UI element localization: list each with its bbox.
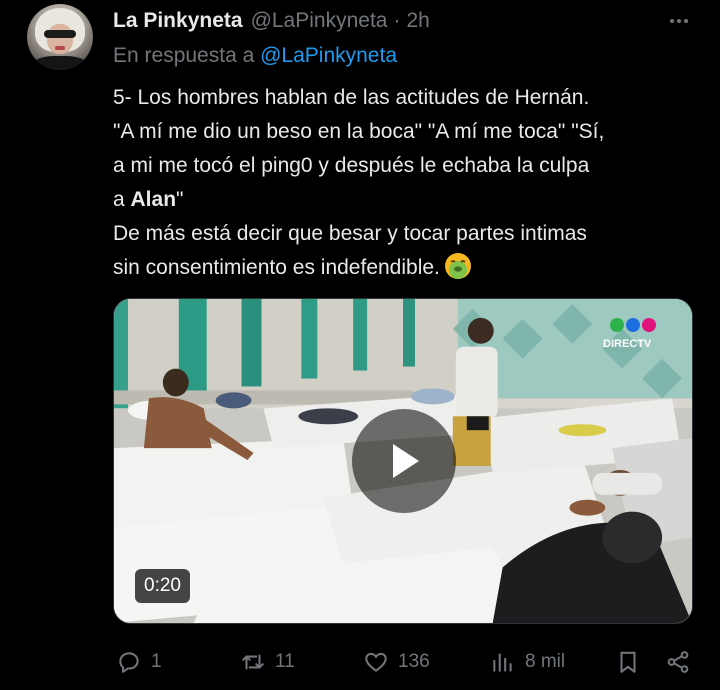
tweet-text-line: a Alan": [113, 188, 184, 211]
video-player[interactable]: DIRECTV 0:20: [113, 298, 693, 624]
share-icon: [667, 651, 689, 673]
share-button[interactable]: [665, 640, 691, 684]
tweet-text: 5- Los hombres hablan de las actitudes d…: [113, 81, 703, 285]
views-icon: [493, 653, 512, 672]
bookmark-icon: [620, 651, 636, 673]
tweet-text-line: a mi me tocó el ping0 y después le echab…: [113, 154, 590, 177]
tweet-text-line: De más está decir que besar y tocar part…: [113, 222, 587, 245]
play-icon: [393, 444, 419, 478]
play-button[interactable]: [352, 409, 456, 513]
directv-logo: DIRECTV: [603, 318, 656, 350]
logo-dot: [626, 318, 640, 332]
like-button[interactable]: 136: [363, 640, 430, 684]
views-count: 8 mil: [525, 651, 566, 672]
tweet-time[interactable]: 2h: [406, 9, 429, 33]
tweet-actions: 1 11 136 8 mil: [0, 640, 720, 684]
author-handle[interactable]: @LaPinkyneta: [251, 9, 388, 33]
reply-prefix: En respuesta a: [113, 44, 261, 67]
separator-dot: ·: [393, 9, 401, 32]
retweet-button[interactable]: 11: [240, 640, 295, 684]
logo-dot: [642, 318, 656, 332]
nauseated-face-emoji: [444, 252, 472, 280]
retweet-icon: [242, 654, 264, 670]
reply-mention-link[interactable]: @LaPinkyneta: [260, 44, 397, 67]
tweet-header: La Pinkyneta @LaPinkyneta · 2h: [113, 6, 430, 36]
reply-button[interactable]: 1: [116, 640, 162, 684]
logo-text: DIRECTV: [603, 338, 652, 350]
tweet-text-line: sin consentimiento es indefendible.: [113, 251, 703, 285]
reply-icon: [119, 652, 139, 673]
tweet-text-line: "A mí me dio un beso en la boca" "A mí m…: [113, 120, 605, 143]
logo-dot: [610, 318, 624, 332]
bookmark-button[interactable]: [615, 640, 641, 684]
reply-count: 1: [151, 651, 162, 672]
heart-icon: [365, 652, 387, 672]
reply-context: En respuesta a @LaPinkyneta: [113, 44, 397, 68]
more-options-icon[interactable]: [664, 8, 694, 34]
tweet-text-line: 5- Los hombres hablan de las actitudes d…: [113, 86, 590, 109]
video-duration-badge: 0:20: [135, 569, 190, 603]
author-name[interactable]: La Pinkyneta: [113, 9, 243, 33]
retweet-count: 11: [275, 651, 295, 672]
like-count: 136: [398, 651, 430, 672]
author-avatar[interactable]: [27, 4, 93, 70]
views-button[interactable]: 8 mil: [490, 640, 565, 684]
bold-name: Alan: [130, 188, 177, 211]
